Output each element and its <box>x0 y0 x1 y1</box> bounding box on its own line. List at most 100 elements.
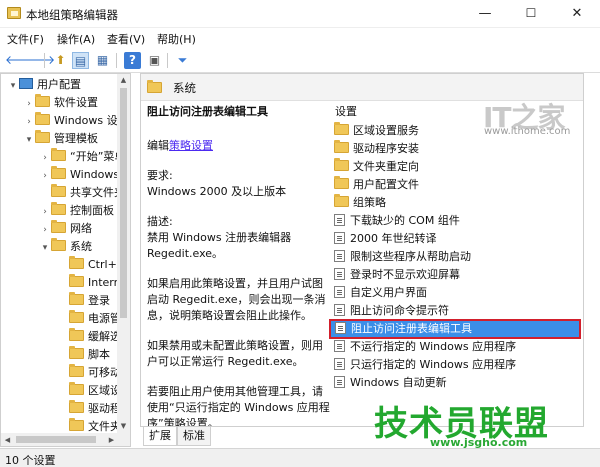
tree-vertical-scrollbar[interactable]: ▲ ▼ <box>117 74 130 433</box>
maximize-button[interactable]: ☐ <box>508 0 554 28</box>
list-item-folder[interactable]: 文件夹重定向 <box>330 158 580 176</box>
collapse-arrow-icon[interactable]: ▾ <box>7 77 19 95</box>
folder-icon <box>51 148 66 161</box>
folder-icon <box>69 382 84 395</box>
tree-item-network[interactable]: › 网络 <box>39 220 92 238</box>
folder-icon <box>69 364 84 377</box>
folder-icon <box>69 400 84 413</box>
list-item-policy[interactable]: 阻止访问命令提示符 <box>330 302 580 320</box>
window-title: 本地组策略编辑器 <box>26 8 118 22</box>
folder-icon <box>334 176 349 189</box>
tab-standard[interactable]: 标准 <box>177 427 211 446</box>
scroll-right-arrow-icon[interactable]: ▶ <box>105 436 118 444</box>
list-item-policy[interactable]: 限制这些程序从帮助启动 <box>330 248 580 266</box>
policy-setting-icon <box>334 340 345 352</box>
edit-policy-link[interactable]: 策略设置 <box>169 139 213 152</box>
list-item-policy[interactable]: 只运行指定的 Windows 应用程序 <box>330 356 580 374</box>
minimize-button[interactable]: — <box>462 0 508 28</box>
list-item-folder[interactable]: 用户配置文件 <box>330 176 580 194</box>
tree-item-label: 登录 <box>88 294 110 307</box>
tree-horizontal-scrollbar[interactable]: ◀ ▶ <box>1 433 130 446</box>
tree-item-label: 系统 <box>70 240 92 253</box>
menu-bar: 文件(F) 操作(A) 查看(V) 帮助(H) <box>0 28 600 48</box>
collapse-arrow-icon[interactable]: ▾ <box>23 131 35 149</box>
expand-arrow-icon[interactable]: › <box>23 113 35 131</box>
list-item-label: 阻止访问命令提示符 <box>350 304 449 317</box>
show-tree-icon[interactable]: ▤ <box>72 52 89 69</box>
other-tools-line: 若要阻止用户使用其他管理工具，请 <box>147 385 323 398</box>
description-label: 描述: <box>147 215 173 228</box>
list-item-label: 下载缺少的 COM 组件 <box>350 214 460 227</box>
jsgho-watermark-url: www.jsgho.com <box>430 436 528 449</box>
folder-icon <box>69 328 84 341</box>
expand-arrow-icon[interactable]: › <box>39 221 51 239</box>
menu-view[interactable]: 查看(V) <box>107 31 145 47</box>
tree-item-system[interactable]: ▾ 系统 <box>39 238 92 256</box>
tree-pane[interactable]: ▾ 用户配置 › 软件设置 › Windows 设置 ▾ 管理模板 › “开始”菜单 › W… <box>0 73 131 447</box>
menu-action[interactable]: 操作(A) <box>57 31 95 47</box>
close-button[interactable]: ✕ <box>554 0 600 28</box>
list-item-label: 只运行指定的 Windows 应用程序 <box>350 358 517 371</box>
policy-setting-icon <box>334 358 345 370</box>
expand-arrow-icon[interactable]: › <box>39 167 51 185</box>
list-item-folder[interactable]: 驱动程序安装 <box>330 140 580 158</box>
scrollbar-thumb[interactable] <box>16 436 96 443</box>
tree-item-logon[interactable]: 登录 <box>57 292 110 310</box>
list-item-policy[interactable]: Windows 自动更新 <box>330 374 580 392</box>
filter-icon[interactable]: ⏷ <box>174 52 191 69</box>
tree-item-shared-folders[interactable]: 共享文件夹 <box>39 184 125 202</box>
properties-icon[interactable]: ▣ <box>146 52 163 69</box>
folder-icon <box>35 112 50 125</box>
menu-help[interactable]: 帮助(H) <box>157 31 196 47</box>
description-line: Regedit.exe。 <box>147 247 224 260</box>
tree-item-control-panel[interactable]: › 控制面板 <box>39 202 114 220</box>
expand-arrow-icon[interactable]: › <box>39 203 51 221</box>
scrollbar-thumb[interactable] <box>120 88 127 318</box>
requirement-text: Windows 2000 及以上版本 <box>147 185 287 198</box>
list-item-policy[interactable]: 自定义用户界面 <box>330 284 580 302</box>
folder-icon <box>51 184 66 197</box>
folder-icon <box>69 310 84 323</box>
folder-icon <box>51 220 66 233</box>
list-item-label: Windows 自动更新 <box>350 376 447 389</box>
menu-file[interactable]: 文件(F) <box>7 31 44 47</box>
scroll-down-arrow-icon[interactable]: ▼ <box>117 422 130 430</box>
tree-item-scripts[interactable]: 脚本 <box>57 346 110 364</box>
list-item-policy[interactable]: 登录时不显示欢迎屏幕 <box>330 266 580 284</box>
enabled-text-line: 启动 Regedit.exe，则会出现一条消 <box>147 293 326 306</box>
edit-prefix: 编辑 <box>147 139 169 152</box>
computer-icon <box>19 78 33 89</box>
back-icon[interactable]: 🡐 <box>5 52 37 69</box>
help-icon[interactable]: ? <box>124 52 141 69</box>
tree-item-user-config[interactable]: ▾ 用户配置 <box>7 76 81 94</box>
export-list-icon[interactable]: ▦ <box>94 52 111 69</box>
tab-extended[interactable]: 扩展 <box>143 427 177 446</box>
tree-item-windows-settings[interactable]: › Windows 设置 <box>23 112 129 130</box>
tree-item-label: 管理模板 <box>54 132 98 145</box>
list-item-policy-selected[interactable]: 阻止访问注册表编辑工具 <box>329 319 581 339</box>
list-item-policy[interactable]: 下载缺少的 COM 组件 <box>330 212 580 230</box>
list-item-label: 驱动程序安装 <box>353 142 419 155</box>
expand-arrow-icon[interactable]: › <box>39 149 51 167</box>
scroll-left-arrow-icon[interactable]: ◀ <box>1 436 14 444</box>
folder-icon <box>147 80 162 93</box>
collapse-arrow-icon[interactable]: ▾ <box>39 239 51 257</box>
forward-icon[interactable]: 🡒 <box>23 52 55 69</box>
disabled-text-line: 如果禁用或未配置此策略设置，则用 <box>147 339 323 352</box>
list-item-label: 限制这些程序从帮助启动 <box>350 250 471 263</box>
list-item-label: 登录时不显示欢迎屏幕 <box>350 268 460 281</box>
scroll-up-arrow-icon[interactable]: ▲ <box>117 76 130 84</box>
tree-item-software-settings[interactable]: › 软件设置 <box>23 94 98 112</box>
folder-icon <box>334 194 349 207</box>
tree-item-start-menu[interactable]: › “开始”菜单 <box>39 148 125 166</box>
list-item-policy[interactable]: 2000 年世纪转译 <box>330 230 580 248</box>
detail-header-title: 系统 <box>173 81 196 95</box>
folder-icon <box>69 418 84 431</box>
list-item-folder[interactable]: 组策略 <box>330 194 580 212</box>
expand-arrow-icon[interactable]: › <box>23 95 35 113</box>
up-folder-icon[interactable]: ⬆ <box>52 52 69 69</box>
settings-column-header[interactable]: 设置 <box>335 103 357 119</box>
list-item-policy[interactable]: 不运行指定的 Windows 应用程序 <box>330 338 580 356</box>
list-item-label: 组策略 <box>353 196 386 209</box>
tree-item-admin-templates[interactable]: ▾ 管理模板 <box>23 130 98 148</box>
